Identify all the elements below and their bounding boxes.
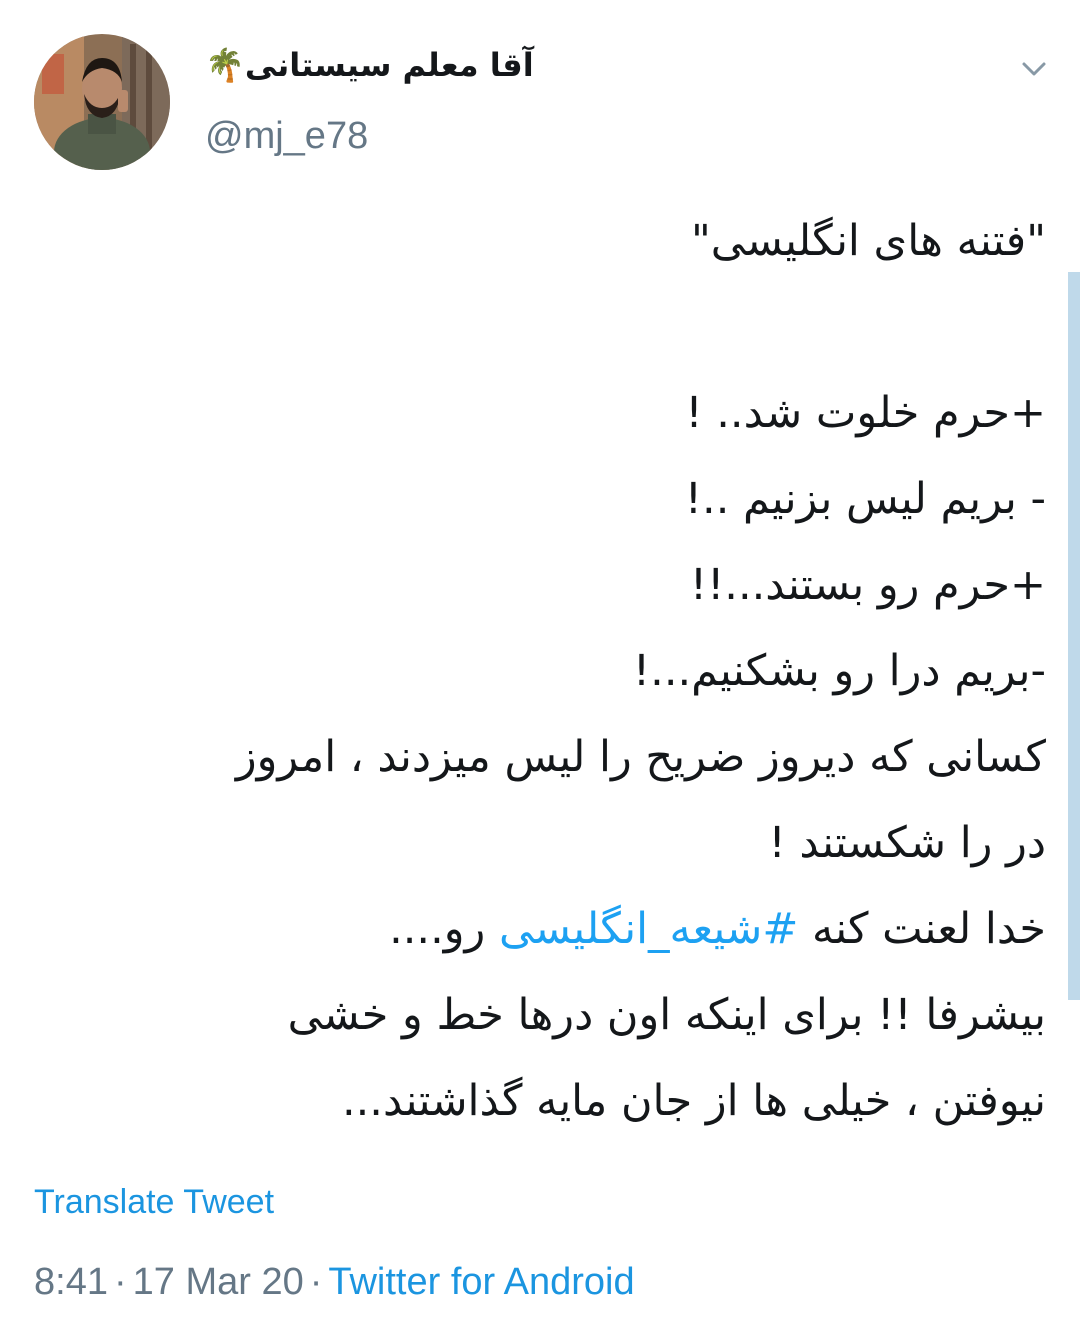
tweet-text-line: نیوفتن ، خیلی ها از جان مایه گذاشتند... xyxy=(341,1076,1046,1126)
tweet-text-line: - بریم لیس بزنیم ..! xyxy=(684,474,1046,524)
chevron-down-icon[interactable] xyxy=(1014,52,1054,88)
tweet-source-link[interactable]: Twitter for Android xyxy=(328,1261,634,1303)
scroll-indicator[interactable] xyxy=(1068,272,1080,1000)
tweet-date: 17 Mar 20 xyxy=(132,1261,304,1303)
translate-tweet-link[interactable]: Translate Tweet xyxy=(34,1180,274,1224)
tweet-text-line: کسانی که دیروز ضریح را لیس میزدند ، امرو… xyxy=(235,732,1046,782)
hashtag-link[interactable]: #شیعه_انگلیسی xyxy=(499,904,798,954)
tweet-text-line: +حرم رو بستند...!! xyxy=(689,560,1046,610)
hashtag-line-before: خدا لعنت کنه xyxy=(798,904,1046,954)
avatar[interactable] xyxy=(34,34,170,170)
meta-separator: · xyxy=(309,1261,323,1303)
tweet-text-line: "فتنه های انگلیسی" xyxy=(691,216,1046,266)
tweet-text: "فتنه های انگلیسی" +حرم خلوت شد.. ! - بر… xyxy=(46,198,1046,1144)
tweet-meta: 8:41 · 17 Mar 20 · Twitter for Android xyxy=(34,1258,635,1306)
author-display-name[interactable]: آقا معلم سیستانی🌴 xyxy=(205,40,534,90)
meta-separator: · xyxy=(113,1261,127,1303)
hashtag-line-after: رو.... xyxy=(389,904,499,954)
tweet-text-line: -بریم درا رو بشکنیم...! xyxy=(632,646,1046,696)
tweet-time: 8:41 xyxy=(34,1261,108,1303)
tweet-text-line: بیشرفا !! برای اینکه اون درها خط و خشی xyxy=(287,990,1046,1040)
tweet-text-hashtag-line: خدا لعنت کنه #شیعه_انگلیسی رو.... xyxy=(46,886,1046,972)
tweet-text-line: در را شکستند ! xyxy=(768,818,1046,868)
author-handle[interactable]: @mj_e78 xyxy=(205,112,368,160)
tweet-text-line: +حرم خلوت شد.. ! xyxy=(685,388,1046,438)
